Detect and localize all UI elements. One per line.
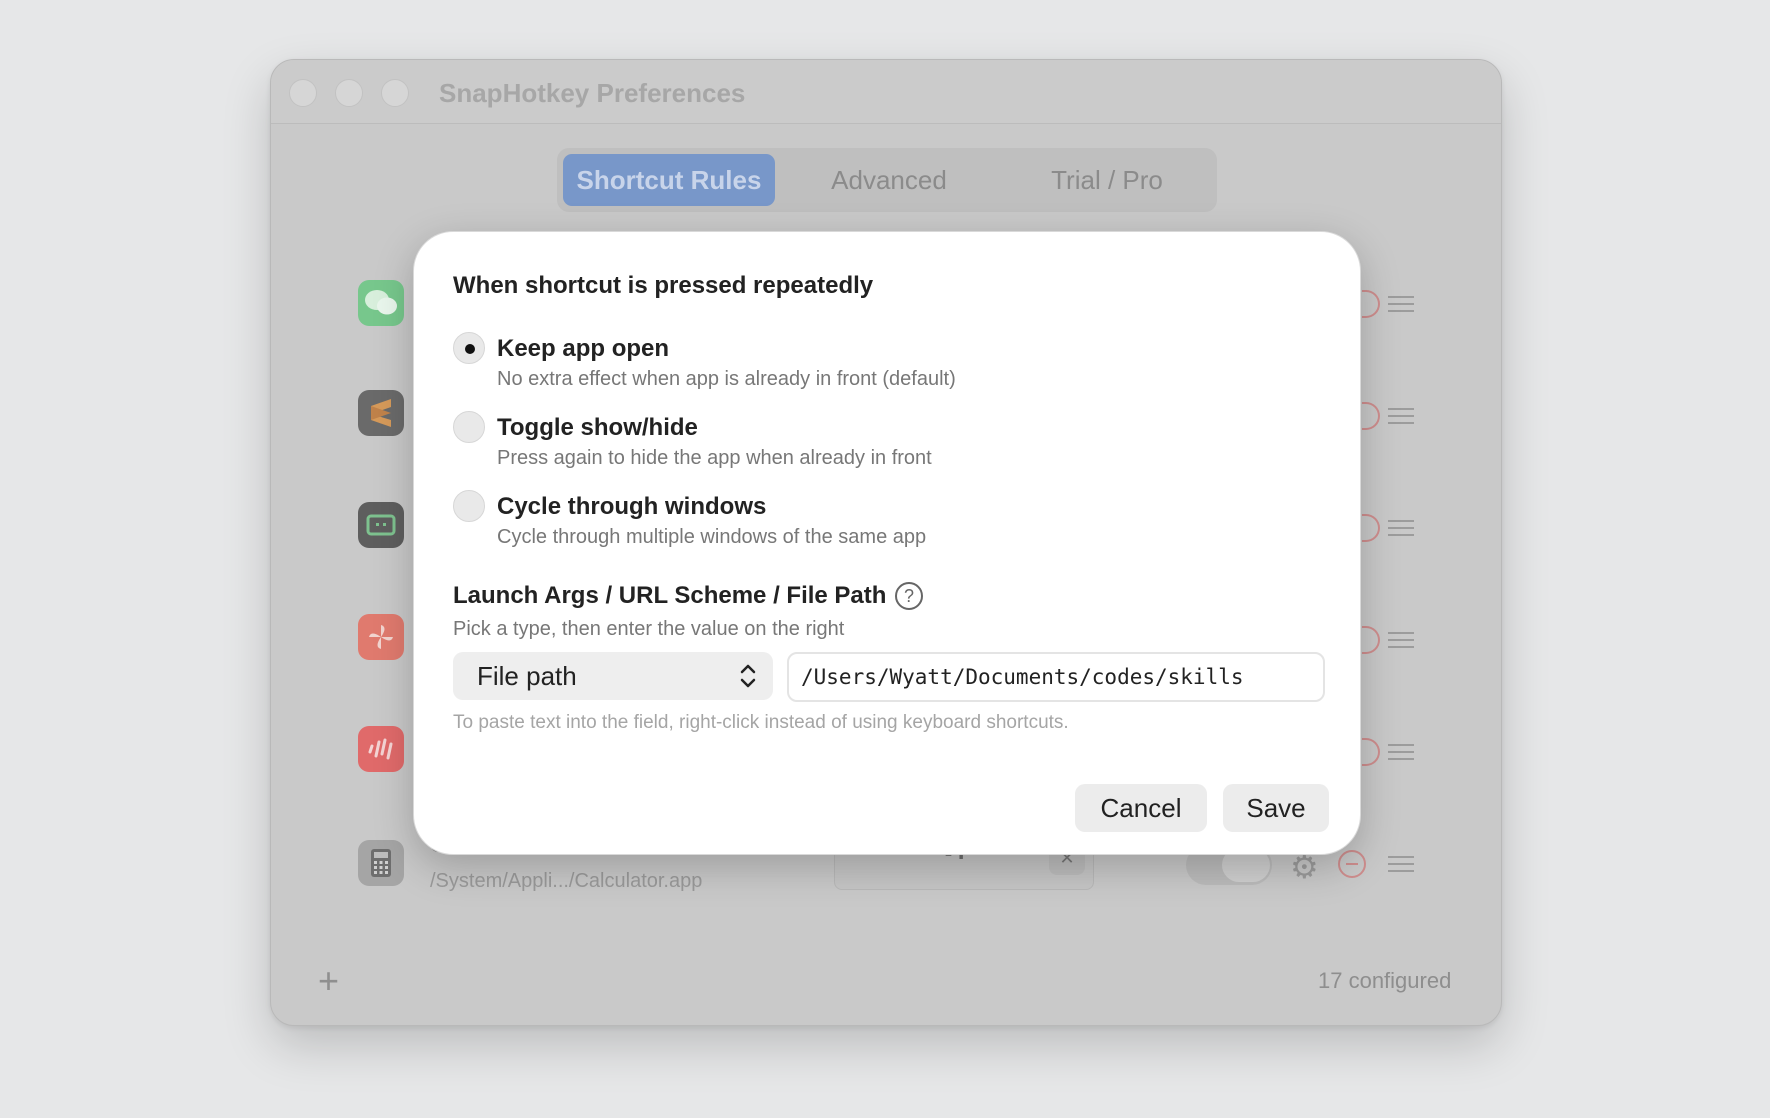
launch-section-subtitle: Pick a type, then enter the value on the…	[453, 618, 845, 640]
close-window-button[interactable]	[289, 79, 317, 107]
remove-rule-icon[interactable]	[1338, 850, 1366, 878]
launch-value-input[interactable]	[787, 652, 1325, 702]
tab-trial-pro[interactable]: Trial / Pro	[1007, 154, 1207, 206]
option-label: Cycle through windows	[497, 493, 767, 520]
tab-bar: Shortcut Rules Advanced Trial / Pro	[557, 148, 1217, 212]
calculator-icon	[358, 840, 404, 886]
chevron-up-down-icon	[740, 664, 756, 688]
drag-handle-icon[interactable]	[1388, 408, 1414, 429]
radio-button[interactable]	[453, 411, 485, 443]
terminal-chat-icon	[358, 502, 404, 548]
minimize-window-button[interactable]	[335, 79, 363, 107]
launch-section-title: Launch Args / URL Scheme / File Path	[453, 582, 887, 609]
drag-handle-icon[interactable]	[1388, 296, 1414, 317]
app-path: /System/Appli.../Calculator.app	[430, 870, 703, 892]
option-description: Cycle through multiple windows of the sa…	[497, 526, 927, 548]
pinwheel-app-icon	[358, 614, 404, 660]
launch-type-value: File path	[477, 661, 577, 691]
option-label: Toggle show/hide	[497, 414, 698, 441]
tab-advanced[interactable]: Advanced	[789, 154, 989, 206]
launch-type-select[interactable]: File path	[453, 652, 773, 700]
audio-wave-app-icon	[358, 726, 404, 772]
cancel-button[interactable]: Cancel	[1075, 784, 1207, 832]
repeat-behavior-sheet: When shortcut is pressed repeatedly Keep…	[413, 231, 1361, 855]
radio-button[interactable]	[453, 332, 485, 364]
sublime-text-icon	[358, 390, 404, 436]
save-button[interactable]: Save	[1223, 784, 1329, 832]
drag-handle-icon[interactable]	[1388, 856, 1414, 877]
option-cycle-windows[interactable]: Cycle through windows Cycle through mult…	[453, 490, 1313, 556]
option-toggle-show-hide[interactable]: Toggle show/hide Press again to hide the…	[453, 411, 1313, 477]
option-keep-app-open[interactable]: Keep app open No extra effect when app i…	[453, 332, 1313, 398]
drag-handle-icon[interactable]	[1388, 520, 1414, 541]
zoom-window-button[interactable]	[381, 79, 409, 107]
add-rule-button[interactable]: +	[318, 960, 339, 1002]
configured-count: 17 configured	[1318, 968, 1452, 993]
tab-shortcut-rules[interactable]: Shortcut Rules	[563, 154, 775, 206]
drag-handle-icon[interactable]	[1388, 744, 1414, 765]
option-description: Press again to hide the app when already…	[497, 447, 932, 469]
option-description: No extra effect when app is already in f…	[497, 368, 956, 390]
paste-hint: To paste text into the field, right-clic…	[453, 712, 1069, 733]
sheet-title: When shortcut is pressed repeatedly	[453, 272, 874, 299]
radio-button[interactable]	[453, 490, 485, 522]
wechat-icon	[358, 280, 404, 326]
titlebar: SnapHotkey Preferences	[271, 60, 1501, 124]
option-label: Keep app open	[497, 335, 670, 362]
drag-handle-icon[interactable]	[1388, 632, 1414, 653]
help-icon[interactable]: ?	[895, 582, 923, 610]
window-title: SnapHotkey Preferences	[439, 78, 746, 108]
